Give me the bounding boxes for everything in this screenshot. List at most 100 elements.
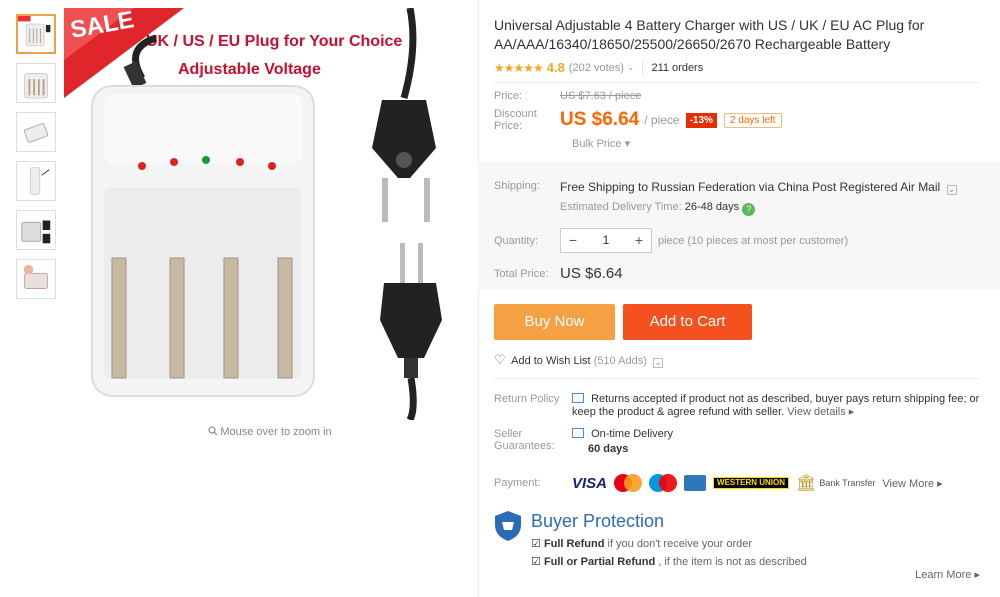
guarantee-line1: On-time Delivery xyxy=(591,428,673,440)
protection-full-refund: ☑ Full Refund if you don't receive your … xyxy=(531,537,980,550)
checkbox-icon: ☑ xyxy=(531,538,541,550)
full-refund-label: Full Refund xyxy=(543,538,605,550)
guarantee-body: On-time Delivery 60 days xyxy=(572,428,980,456)
chevron-down-icon[interactable]: ⌄ xyxy=(946,185,957,195)
help-icon[interactable]: ? xyxy=(742,203,756,216)
thumbnail-3[interactable] xyxy=(16,112,56,152)
heart-icon: ♡ xyxy=(494,352,506,367)
document-icon xyxy=(572,393,584,403)
bank-transfer-icon: 🏛 Bank Transfer xyxy=(796,474,876,492)
price-label: Price: xyxy=(494,90,523,102)
return-policy-text: Returns accepted if product not as descr… xyxy=(572,393,980,418)
image-headline: UK / US / EU Plug for Your Choice xyxy=(146,33,402,50)
payment-icons: VISA WESTERN UNION 🏛 Bank Transfer View M… xyxy=(572,474,943,492)
quantity-input[interactable]: 1 xyxy=(585,229,627,252)
discount-badge: -13% xyxy=(685,112,717,128)
thumbnail-5[interactable] xyxy=(16,210,56,250)
quantity-control: − 1 + piece (10 pieces at most per custo… xyxy=(560,228,848,253)
column-divider xyxy=(478,0,479,597)
bulk-price-dropdown[interactable]: Bulk Price ▾ xyxy=(572,137,980,150)
orders-count: 211 orders xyxy=(651,61,704,74)
delivery-time: Estimated Delivery Time: 26-48 days ? xyxy=(560,201,980,216)
divider xyxy=(494,378,980,379)
chevron-down-icon[interactable]: ⌄ xyxy=(652,358,663,368)
amex-icon xyxy=(684,475,707,491)
learn-more-link[interactable]: Learn More ▸ xyxy=(915,568,980,581)
return-policy-label: Return Policy xyxy=(494,393,560,405)
thumbnail-2[interactable] xyxy=(16,63,56,103)
guarantee-label: Seller Guarantees: xyxy=(494,428,555,452)
days-left-badge: 2 days left xyxy=(723,112,782,128)
thumbnail-1[interactable] xyxy=(16,14,56,54)
divider xyxy=(494,82,980,83)
total-label: Total Price: xyxy=(494,267,549,280)
magnifier-icon xyxy=(208,426,218,439)
guarantee-line2: 60 days xyxy=(588,443,629,455)
zoom-hint-text: Mouse over to zoom in xyxy=(220,426,332,438)
protection-title: Buyer Protection xyxy=(531,511,665,531)
image-subline: Adjustable Voltage xyxy=(178,61,321,78)
checkbox-icon: ☑ xyxy=(531,556,541,568)
visa-icon: VISA xyxy=(572,474,608,492)
bank-icon: 🏛 xyxy=(796,474,817,492)
delivery-value: 26-48 days xyxy=(684,201,740,213)
view-more-link[interactable]: View More ▸ xyxy=(882,477,942,490)
add-to-cart-button[interactable]: Add to Cart xyxy=(623,304,752,340)
quantity-stepper: − 1 + xyxy=(560,228,652,253)
shipping-method[interactable]: Free Shipping to Russian Federation via … xyxy=(560,180,957,195)
rating-line: ★★★★★ 4.8 (202 votes) ⌄ 211 orders xyxy=(494,60,980,75)
buyer-protection: Buyer Protection ☑ Full Refund if you do… xyxy=(494,508,980,568)
thumbnail-6[interactable] xyxy=(16,259,56,299)
wishlist[interactable]: ♡ Add to Wish List (510 Adds) ⌄ xyxy=(494,352,663,368)
discount-label: Discount Price: xyxy=(494,108,537,132)
delivery-label: Estimated Delivery Time: xyxy=(560,201,682,213)
wishlist-count: (510 Adds) xyxy=(593,355,647,367)
return-policy-body: Returns accepted if product not as descr… xyxy=(572,393,980,419)
total-row: Total Price: US $6.64 xyxy=(494,265,980,282)
total-price: US $6.64 xyxy=(560,265,623,282)
wishlist-label: Add to Wish List xyxy=(511,355,591,367)
bank-label: Bank Transfer xyxy=(819,477,876,488)
partial-refund-label: Full or Partial Refund xyxy=(543,556,656,568)
truck-icon xyxy=(572,428,584,438)
full-refund-sub: if you don't receive your order xyxy=(607,538,753,550)
mastercard-icon xyxy=(614,474,643,492)
per-piece: / piece xyxy=(644,113,680,127)
payment-label: Payment: xyxy=(494,477,541,489)
increment-button[interactable]: + xyxy=(627,229,651,252)
maestro-icon xyxy=(649,474,678,492)
partial-refund-sub: , if the item is not as described xyxy=(658,556,807,568)
rating-separator xyxy=(642,61,644,74)
chevron-down-icon[interactable]: ⌄ xyxy=(627,62,635,73)
quantity-label: Quantity: xyxy=(494,234,539,247)
original-price: US $7.63 / piece xyxy=(560,90,642,102)
seller-guarantee-row: Seller Guarantees: On-time Delivery 60 d… xyxy=(494,428,980,456)
shipping-row: Shipping: Free Shipping to Russian Feder… xyxy=(494,180,980,195)
payment-row: Payment: VISA WESTERN UNION 🏛 Bank Transf… xyxy=(494,474,980,492)
western-union-icon: WESTERN UNION xyxy=(713,477,790,489)
return-policy-row: Return Policy Returns accepted if produc… xyxy=(494,393,980,419)
discount-row: Discount Price: US $6.64 / piece -13% 2 … xyxy=(494,108,980,132)
discount-price: US $6.64 xyxy=(560,109,640,130)
rating-value: 4.8 xyxy=(546,60,565,75)
main-product-image[interactable]: SALE UK / US / EU Plug for Your Choice A… xyxy=(64,8,476,420)
decrement-button[interactable]: − xyxy=(561,229,585,252)
product-title: Universal Adjustable 4 Battery Charger w… xyxy=(494,17,925,52)
view-details-link[interactable]: View details ▸ xyxy=(787,406,854,418)
protection-partial-refund: ☑ Full or Partial Refund , if the item i… xyxy=(531,555,980,568)
zoom-hint: Mouse over to zoom in xyxy=(64,426,476,439)
product-info: Universal Adjustable 4 Battery Charger w… xyxy=(494,16,980,150)
quantity-row: Quantity: − 1 + piece (10 pieces at most… xyxy=(494,228,980,253)
price-row: Price: US $7.63 / piece xyxy=(494,90,980,102)
thumbnail-4[interactable] xyxy=(16,161,56,201)
shipping-label: Shipping: xyxy=(494,180,540,192)
shield-icon xyxy=(494,510,522,545)
action-buttons: Buy Now Add to Cart xyxy=(494,304,752,340)
quantity-note: piece (10 pieces at most per customer) xyxy=(658,234,849,247)
shipping-method-text: Free Shipping to Russian Federation via … xyxy=(560,180,941,194)
rating-votes[interactable]: (202 votes) xyxy=(569,62,624,74)
rating-stars-icon: ★★★★★ xyxy=(494,60,544,75)
thumbnail-strip xyxy=(16,14,58,308)
buy-now-button[interactable]: Buy Now xyxy=(494,304,615,340)
shipping-content: Shipping: Free Shipping to Russian Feder… xyxy=(494,180,980,282)
